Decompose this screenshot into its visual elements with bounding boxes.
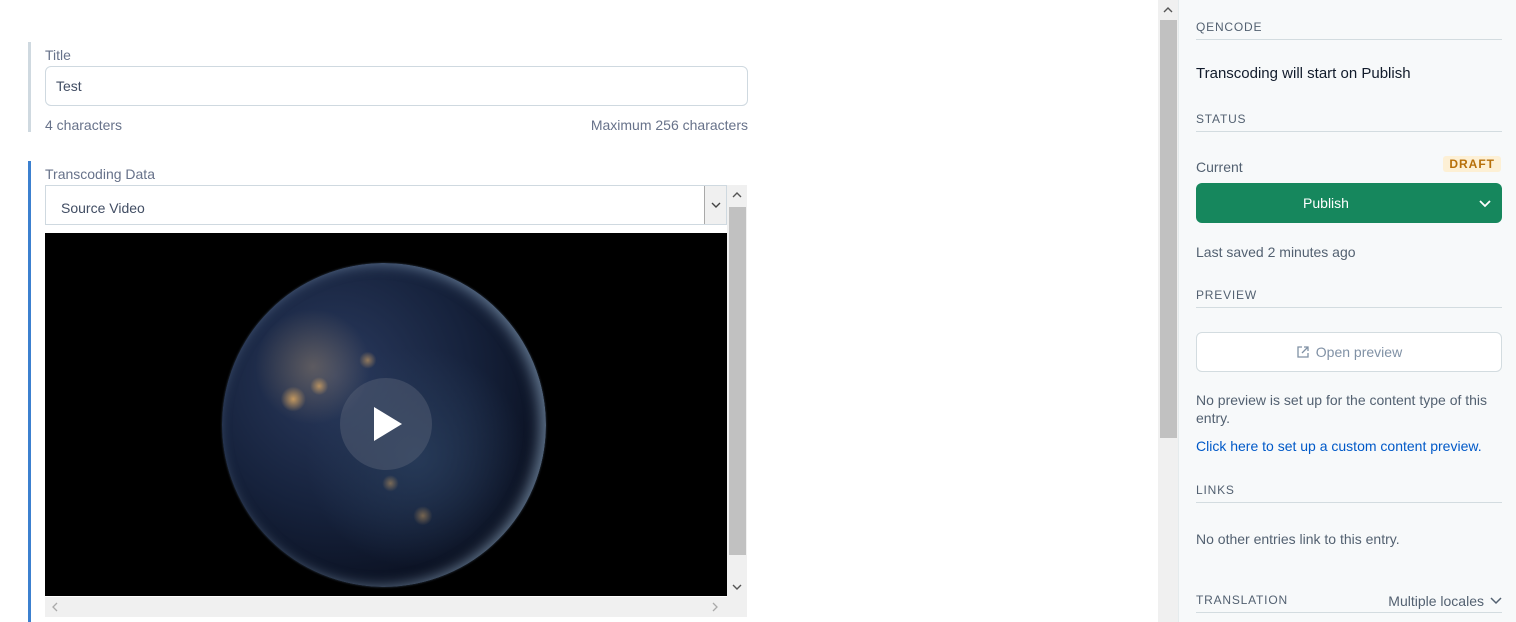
inner-vertical-scrollbar[interactable] xyxy=(727,185,747,597)
video-player[interactable] xyxy=(45,233,727,596)
current-status-label: Current xyxy=(1196,159,1243,175)
no-preview-text: No preview is set up for the content typ… xyxy=(1196,392,1488,426)
open-preview-button[interactable]: Open preview xyxy=(1196,332,1502,372)
chevron-down-icon xyxy=(1490,597,1502,605)
field-indicator-bar xyxy=(28,42,31,132)
play-icon xyxy=(374,407,402,441)
scroll-down-icon[interactable] xyxy=(727,577,747,597)
title-label: Title xyxy=(45,47,71,63)
transcoding-data-label: Transcoding Data xyxy=(45,166,155,182)
external-link-icon xyxy=(1297,346,1309,358)
entry-sidebar: QENCODE Transcoding will start on Publis… xyxy=(1178,0,1516,622)
publish-label: Publish xyxy=(1303,195,1349,211)
chevron-down-icon[interactable] xyxy=(1478,196,1492,210)
scrollbar-thumb[interactable] xyxy=(729,207,746,555)
title-max-chars: Maximum 256 characters xyxy=(590,117,748,133)
page-vertical-scrollbar[interactable] xyxy=(1158,0,1178,622)
qencode-status-text: Transcoding will start on Publish xyxy=(1196,65,1411,82)
scroll-up-icon[interactable] xyxy=(1158,0,1178,20)
chevron-down-icon[interactable] xyxy=(704,186,726,224)
preview-heading: PREVIEW xyxy=(1196,288,1502,308)
field-indicator-bar xyxy=(28,161,31,622)
scroll-up-icon[interactable] xyxy=(727,185,747,205)
select-value: Source Video xyxy=(61,200,145,216)
last-saved-text: Last saved 2 minutes ago xyxy=(1196,244,1356,260)
title-input[interactable] xyxy=(45,66,748,106)
scroll-right-icon[interactable] xyxy=(705,597,725,617)
translation-value: Multiple locales xyxy=(1388,593,1484,609)
title-field: Title 4 characters Maximum 256 character… xyxy=(28,42,758,133)
scrollbar-thumb[interactable] xyxy=(1160,20,1177,438)
qencode-heading: QENCODE xyxy=(1196,20,1502,40)
play-button[interactable] xyxy=(340,378,432,470)
translation-locale-select[interactable]: Multiple locales xyxy=(1388,593,1502,609)
video-source-select[interactable]: Source Video xyxy=(45,185,727,225)
inner-horizontal-scrollbar[interactable] xyxy=(45,597,747,617)
transcoding-data-field: Transcoding Data Source Video xyxy=(28,161,758,622)
links-text: No other entries link to this entry. xyxy=(1196,531,1400,547)
setup-preview-link[interactable]: Click here to set up a custom content pr… xyxy=(1196,437,1482,455)
status-badge: DRAFT xyxy=(1443,156,1501,172)
editor-main: Title 4 characters Maximum 256 character… xyxy=(0,0,1158,622)
links-heading: LINKS xyxy=(1196,483,1502,503)
open-preview-label: Open preview xyxy=(1315,344,1403,360)
status-heading: STATUS xyxy=(1196,112,1502,132)
publish-button[interactable]: Publish xyxy=(1196,183,1502,223)
entry-editor-page: Title 4 characters Maximum 256 character… xyxy=(0,0,1516,622)
scroll-left-icon[interactable] xyxy=(45,597,65,617)
title-char-count: 4 characters xyxy=(45,117,123,133)
